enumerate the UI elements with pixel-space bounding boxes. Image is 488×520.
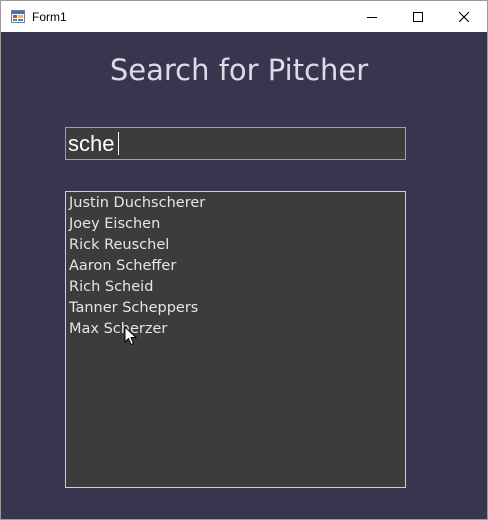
app-icon: [11, 10, 25, 23]
page-title: Search for Pitcher: [109, 53, 369, 87]
text-caret: [118, 132, 119, 155]
list-item[interactable]: Joey Eischen: [69, 214, 405, 235]
list-item[interactable]: Justin Duchscherer: [69, 193, 405, 214]
title-bar[interactable]: Form1: [1, 1, 487, 32]
list-item[interactable]: Rich Scheid: [69, 277, 405, 298]
maximize-icon: [413, 11, 423, 22]
mouse-pointer-icon: [124, 326, 138, 346]
list-item[interactable]: Tanner Scheppers: [69, 298, 405, 319]
window-title: Form1: [32, 10, 67, 24]
close-icon: [459, 11, 469, 22]
maximize-button[interactable]: [395, 1, 441, 32]
list-item[interactable]: Rick Reuschel: [69, 235, 405, 256]
close-button[interactable]: [441, 1, 487, 32]
minimize-button[interactable]: [349, 1, 395, 32]
minimize-icon: [367, 16, 377, 18]
form-client-area: Search for Pitcher Justin DuchschererJoe…: [1, 32, 487, 519]
form1-window: Form1 Search for Pitcher Justin Duchsche…: [0, 0, 488, 520]
search-input[interactable]: [65, 127, 406, 160]
list-item[interactable]: Aaron Scheffer: [69, 256, 405, 277]
results-listbox[interactable]: Justin Duchscherer Joey Eischen Rick Reusc…: [65, 191, 406, 488]
list-item[interactable]: Max Scherzer: [69, 319, 405, 340]
